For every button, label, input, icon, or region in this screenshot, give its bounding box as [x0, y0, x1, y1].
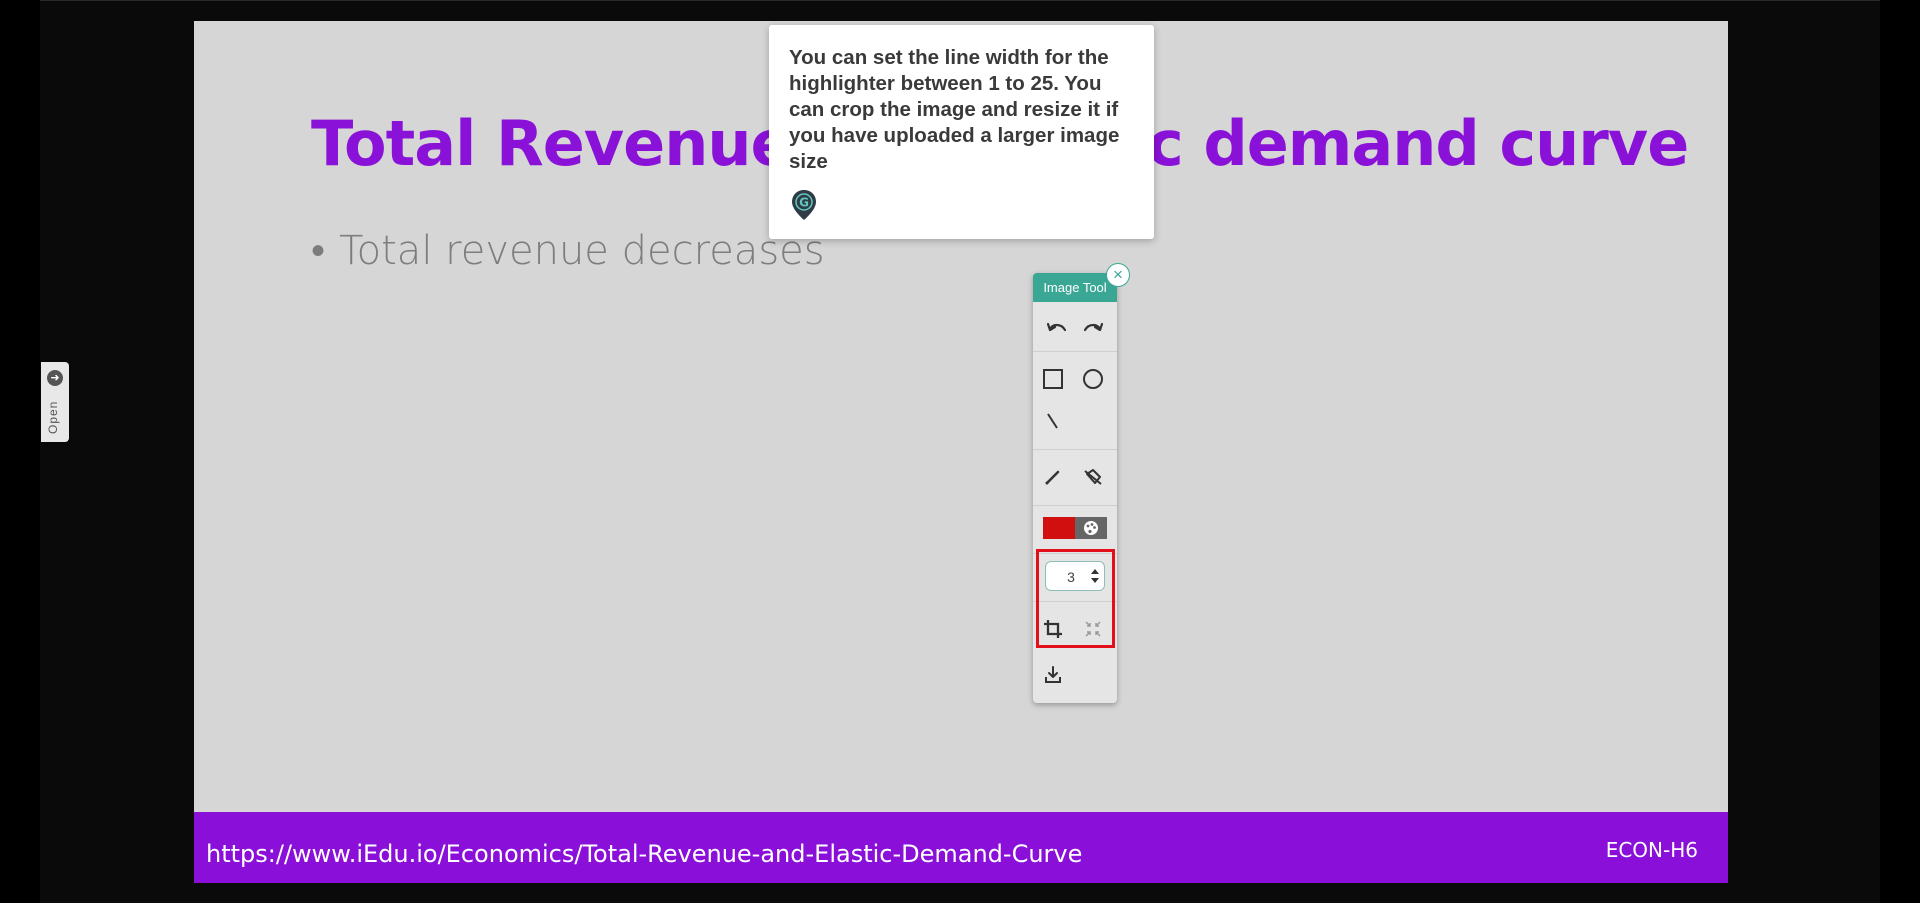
- redo-button[interactable]: [1079, 315, 1107, 343]
- circle-tool-button[interactable]: [1079, 365, 1107, 393]
- palette-button[interactable]: [1075, 517, 1107, 539]
- separator: [1033, 351, 1117, 352]
- line-icon: [1047, 413, 1058, 429]
- tooltip-text: You can set the line width for the highl…: [789, 46, 1120, 173]
- bullet-text: Total revenue decreases: [339, 228, 825, 274]
- svg-text:G: G: [799, 196, 809, 210]
- slide-bullet: • Total revenue decreases: [311, 228, 825, 274]
- slide-footer: https://www.iEdu.io/Economics/Total-Reve…: [194, 812, 1728, 883]
- eraser-icon: [1084, 469, 1102, 485]
- pen-tool-button[interactable]: [1039, 463, 1067, 491]
- viewport: Total Revenue and elastic demand curve •…: [0, 0, 1920, 903]
- rectangle-tool-button[interactable]: [1039, 365, 1067, 393]
- undo-button[interactable]: [1043, 315, 1071, 343]
- palette-icon: [1084, 521, 1098, 535]
- guide-tooltip: You can set the line width for the highl…: [769, 25, 1154, 239]
- close-icon[interactable]: ×: [1106, 263, 1130, 287]
- rectangle-icon: [1043, 369, 1063, 389]
- guide-highlight-box: [1036, 549, 1115, 648]
- download-icon: [1045, 666, 1061, 683]
- download-button[interactable]: [1039, 661, 1067, 689]
- redo-icon: [1083, 322, 1104, 332]
- separator: [1033, 505, 1117, 506]
- image-tool-title: Image Tool: [1033, 273, 1117, 302]
- bullet-dot: •: [311, 228, 326, 274]
- circle-icon: [1083, 369, 1103, 389]
- selected-color-swatch[interactable]: [1043, 517, 1075, 539]
- open-tab-label: Open: [46, 400, 60, 434]
- arrow-right-icon: ➜: [47, 370, 63, 386]
- pen-icon: [1045, 470, 1060, 485]
- eraser-tool-button[interactable]: [1079, 463, 1107, 491]
- line-tool-button[interactable]: [1039, 407, 1067, 435]
- undo-icon: [1046, 322, 1067, 332]
- footer-url: https://www.iEdu.io/Economics/Total-Reve…: [206, 840, 1083, 868]
- separator: [1033, 449, 1117, 450]
- location-pin-icon: G: [791, 189, 817, 221]
- footer-course-code: ECON-H6: [1605, 838, 1698, 862]
- open-side-panel-tab[interactable]: ➜ Open: [41, 362, 69, 442]
